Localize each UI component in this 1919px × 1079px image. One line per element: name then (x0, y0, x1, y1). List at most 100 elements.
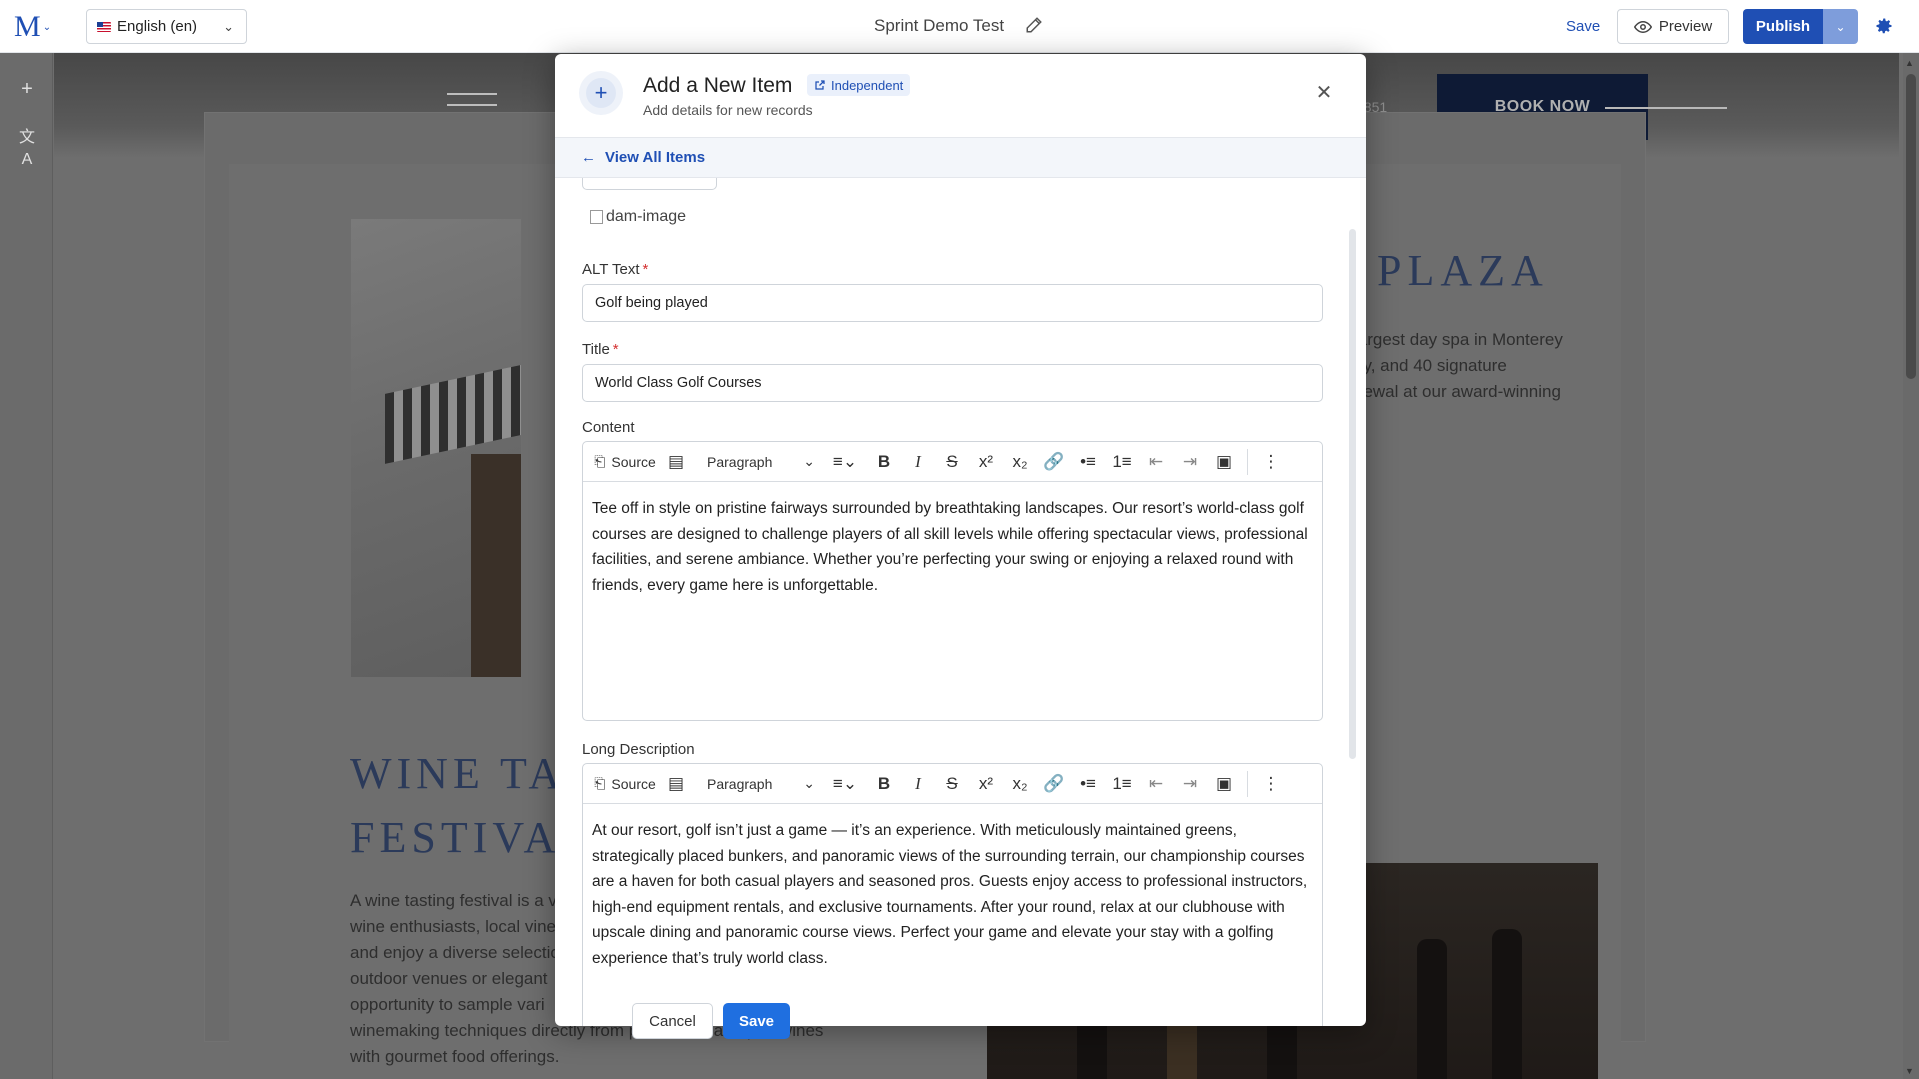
source-icon: ⎗ (594, 453, 606, 469)
insert-template-icon[interactable]: ▤ (659, 770, 693, 798)
image-icon[interactable]: ▣ (1207, 448, 1241, 476)
content-label: Content (582, 419, 635, 436)
long-description-label: Long Description (582, 741, 695, 758)
outdent-icon[interactable]: ⇤ (1139, 448, 1173, 476)
logo-letter: M (14, 10, 41, 43)
long-description-toolbar: ⎗ Source ▤ Paragraph ⌄ ≡⌄ B I S x² x₂ 🔗 •≡… (583, 764, 1322, 804)
close-icon[interactable]: ✕ (1313, 82, 1335, 104)
broken-image-icon (590, 210, 603, 224)
insert-template-icon[interactable]: ▤ (659, 448, 693, 476)
align-icon[interactable]: ≡⌄ (823, 448, 867, 476)
save-button[interactable]: Save (1566, 18, 1600, 35)
left-rail: + 文A (0, 53, 53, 1079)
superscript-icon[interactable]: x² (969, 770, 1003, 798)
add-item-modal: + Add a New Item Independent Add details… (555, 54, 1366, 1026)
italic-icon[interactable]: I (901, 448, 935, 476)
broken-image: dam-image (590, 208, 686, 226)
bulleted-list-icon[interactable]: •≡ (1071, 448, 1105, 476)
link-icon[interactable]: 🔗 (1037, 448, 1071, 476)
badge-label: Independent (831, 77, 904, 93)
chevron-down-icon: ⌄ (42, 21, 52, 33)
translate-icon[interactable]: 文A (16, 127, 38, 168)
chevron-down-icon: ⌄ (223, 19, 234, 34)
content-text[interactable]: Tee off in style on pristine fairways su… (583, 482, 1322, 612)
paragraph-dropdown[interactable]: Paragraph ⌄ (693, 448, 823, 476)
chevron-down-icon: ⌄ (803, 453, 815, 469)
cancel-button[interactable]: Cancel (632, 1003, 713, 1039)
bold-icon[interactable]: B (867, 448, 901, 476)
preview-label: Preview (1658, 18, 1713, 35)
strikethrough-icon[interactable]: S (935, 448, 969, 476)
link-icon[interactable]: 🔗 (1037, 770, 1071, 798)
plaza-heading: PLAZA (1377, 246, 1549, 295)
subscript-icon[interactable]: x₂ (1003, 770, 1037, 798)
eye-icon (1633, 20, 1652, 33)
preview-button[interactable]: Preview (1617, 9, 1729, 44)
language-select[interactable]: English (en) ⌄ (86, 9, 247, 44)
italic-icon[interactable]: I (901, 770, 935, 798)
indent-icon[interactable]: ⇥ (1173, 770, 1207, 798)
bold-icon[interactable]: B (867, 770, 901, 798)
paragraph-label: Paragraph (707, 775, 773, 792)
content-editor[interactable]: ⎗ Source ▤ Paragraph ⌄ ≡⌄ B I S x² x₂ 🔗 •≡… (582, 441, 1323, 721)
source-button[interactable]: ⎗ Source (591, 770, 659, 798)
numbered-list-icon[interactable]: 1≡ (1105, 770, 1139, 798)
gear-icon[interactable] (1874, 16, 1894, 36)
source-icon: ⎗ (594, 775, 606, 791)
bottle-graphic (1492, 929, 1522, 1079)
image-icon[interactable]: ▣ (1207, 770, 1241, 798)
modal-title: Add a New Item (643, 74, 793, 97)
add-icon[interactable]: + (16, 78, 38, 100)
paragraph-dropdown[interactable]: Paragraph ⌄ (693, 770, 823, 798)
chevron-down-icon: ⌄ (1835, 19, 1846, 34)
link-icon (815, 80, 825, 90)
modal-header: + Add a New Item Independent Add details… (555, 54, 1366, 138)
language-label: English (en) (117, 18, 198, 35)
content-editor-toolbar: ⎗ Source ▤ Paragraph ⌄ ≡⌄ B I S x² x₂ 🔗 •≡… (583, 442, 1322, 482)
wine-heading-line1: WINE TA (350, 749, 566, 798)
numbered-list-icon[interactable]: 1≡ (1105, 448, 1139, 476)
bulleted-list-icon[interactable]: •≡ (1071, 770, 1105, 798)
arrow-left-icon: ← (581, 149, 596, 166)
source-label: Source (611, 775, 656, 792)
app-logo-menu[interactable]: M ⌄ (14, 12, 51, 42)
add-item-icon: + (579, 71, 623, 115)
image-picker-box[interactable] (582, 178, 717, 190)
bottle-graphic (1417, 939, 1447, 1079)
book-now-underline (1605, 107, 1727, 109)
edit-pencil-icon[interactable] (1025, 16, 1043, 34)
wine-festival-heading: WINE TA FESTIVA (350, 742, 565, 870)
publish-options-button[interactable]: ⌄ (1823, 9, 1858, 44)
more-options-icon[interactable]: ⋮ (1254, 448, 1288, 476)
source-label: Source (611, 453, 656, 470)
chevron-down-icon: ⌄ (803, 775, 815, 791)
image-alt-text: dam-image (606, 208, 687, 225)
title-input[interactable]: World Class Golf Courses (582, 364, 1323, 402)
more-options-icon[interactable]: ⋮ (1254, 770, 1288, 798)
page-scrollbar-thumb[interactable] (1906, 74, 1916, 379)
view-all-items-link[interactable]: ← View All Items (581, 149, 705, 166)
modal-body: dam-image ALT Text * Golf being played Ti… (555, 178, 1366, 1026)
door-graphic (471, 454, 521, 677)
toolbar-divider (1247, 448, 1248, 475)
source-button[interactable]: ⎗ Source (591, 448, 659, 476)
view-all-items-label: View All Items (605, 149, 706, 166)
strikethrough-icon[interactable]: S (935, 770, 969, 798)
long-description-editor[interactable]: ⎗ Source ▤ Paragraph ⌄ ≡⌄ B I S x² x₂ 🔗 •≡… (582, 763, 1323, 1026)
title-label-text: Title (582, 341, 610, 358)
align-icon[interactable]: ≡⌄ (823, 770, 867, 798)
alt-text-input[interactable]: Golf being played (582, 284, 1323, 322)
scroll-down-arrow-icon[interactable]: ▼ (1905, 1066, 1914, 1076)
outdent-icon[interactable]: ⇤ (1139, 770, 1173, 798)
paragraph-label: Paragraph (707, 453, 773, 470)
indent-icon[interactable]: ⇥ (1173, 448, 1207, 476)
modal-subtitle: Add details for new records (643, 102, 813, 118)
superscript-icon[interactable]: x² (969, 448, 1003, 476)
modal-save-button[interactable]: Save (723, 1003, 790, 1039)
modal-scrollbar[interactable] (1349, 229, 1356, 759)
subscript-icon[interactable]: x₂ (1003, 448, 1037, 476)
publish-button[interactable]: Publish (1743, 9, 1823, 44)
long-description-text[interactable]: At our resort, golf isn’t just a game — … (583, 804, 1322, 985)
title-label: Title * (582, 341, 619, 358)
scroll-up-arrow-icon[interactable]: ▲ (1905, 58, 1914, 68)
